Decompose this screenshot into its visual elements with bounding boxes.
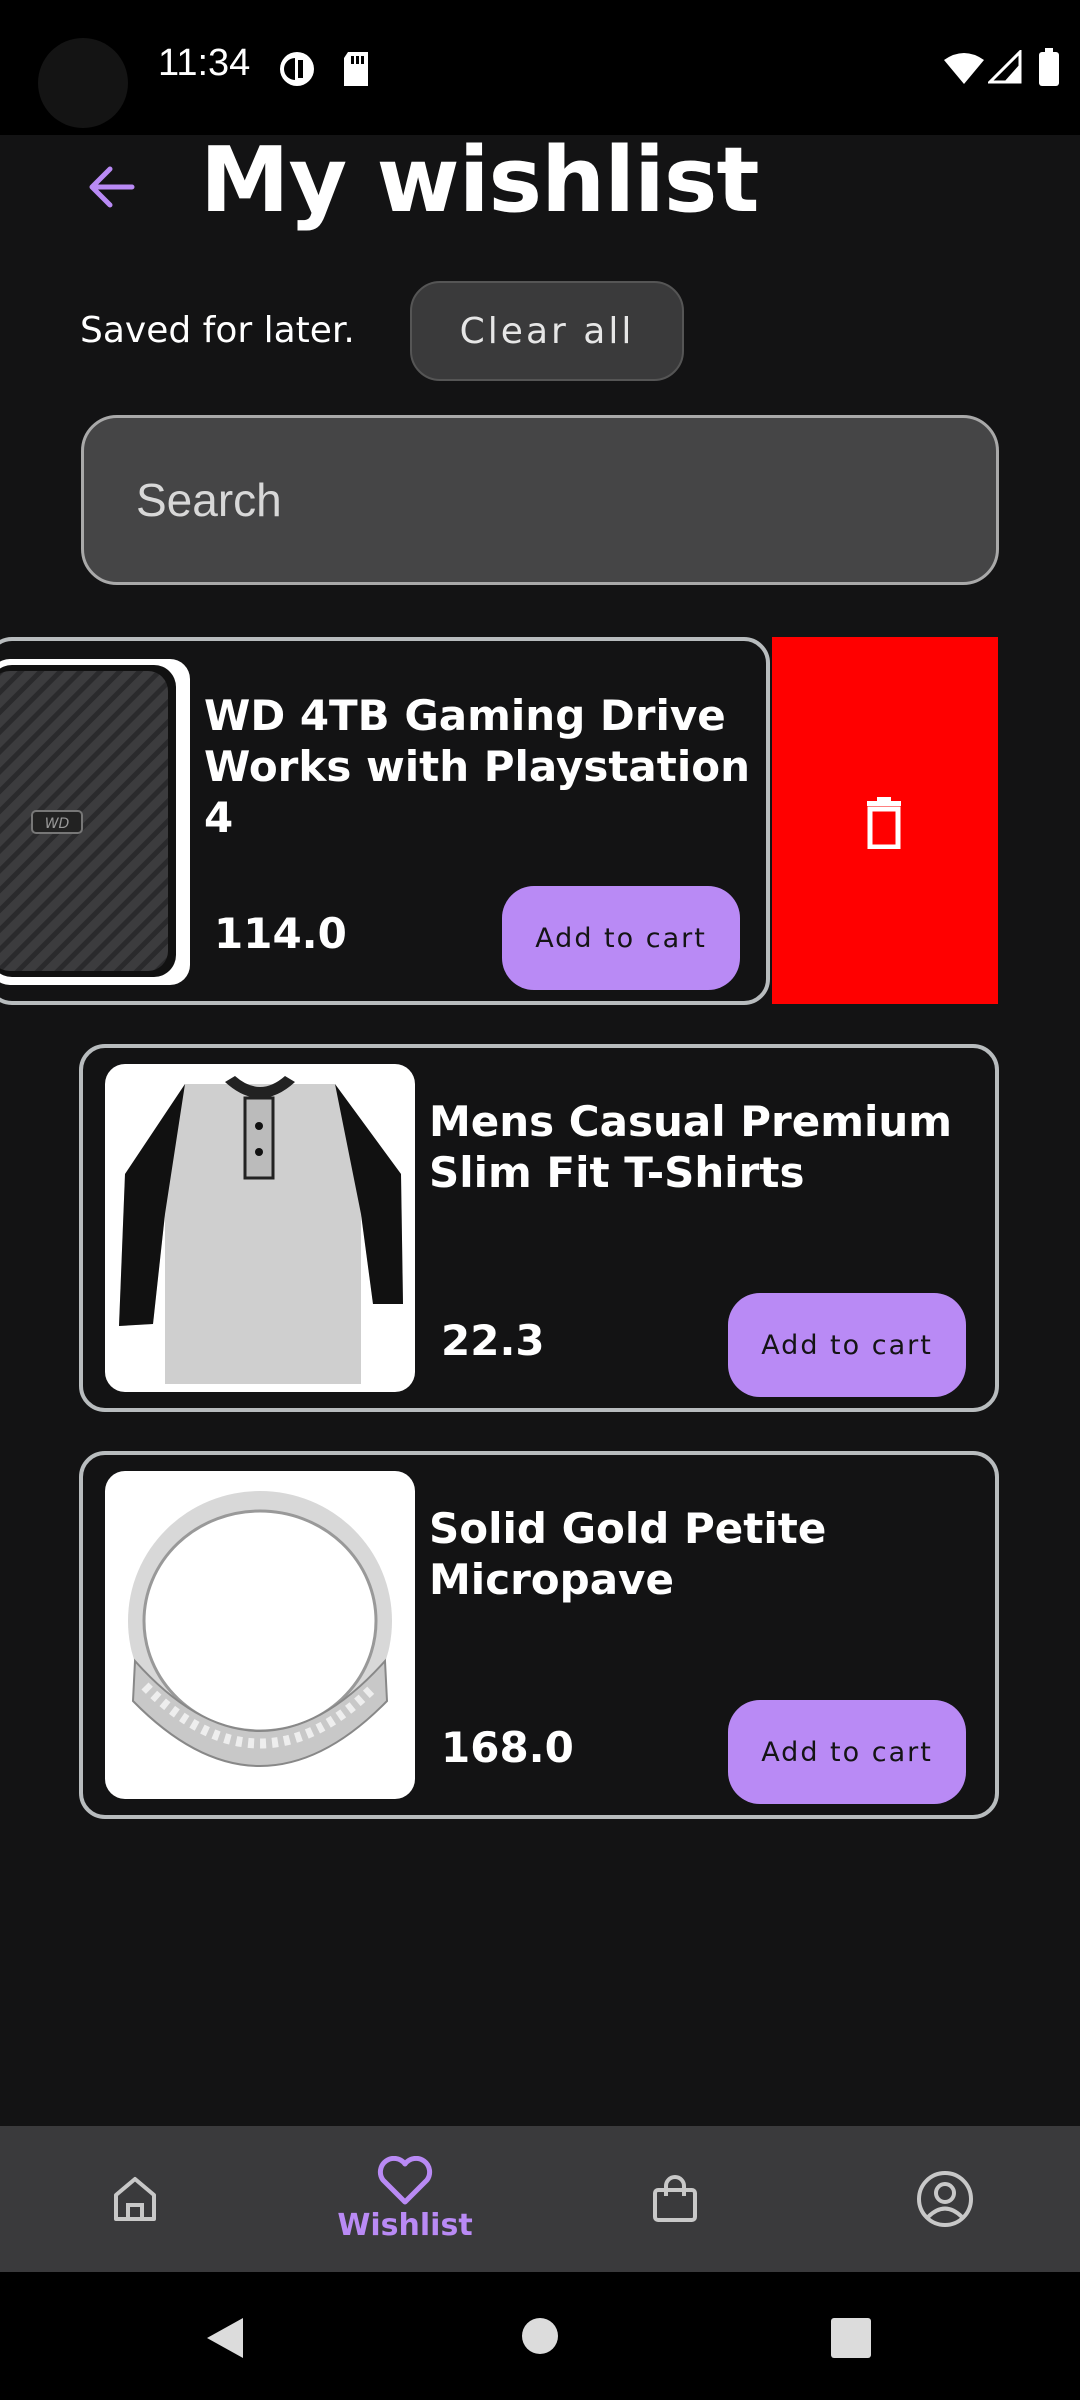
nav-cart[interactable] (620, 2126, 730, 2272)
status-time: 11:34 (158, 42, 251, 84)
nav-wishlist-label: Wishlist (337, 2207, 473, 2243)
product-price: 114.0 (214, 909, 347, 958)
shopping-bag-icon (653, 2175, 697, 2222)
wifi-icon (944, 53, 984, 84)
signal-icon (988, 50, 1022, 84)
search-placeholder: Search (136, 474, 282, 526)
product-name: Solid Gold Petite Micropave (429, 1504, 827, 1604)
product-image-hard-drive: WD (0, 659, 190, 985)
system-recents-icon[interactable] (831, 2318, 871, 2358)
add-to-cart-button[interactable]: Add to cart (728, 1700, 966, 1804)
add-to-cart-button[interactable]: Add to cart (502, 886, 740, 990)
product-image-ring (105, 1471, 415, 1799)
heart-icon (377, 2155, 433, 2204)
search-input[interactable]: Search (81, 415, 999, 585)
add-to-cart-button[interactable]: Add to cart (728, 1293, 966, 1397)
wishlist-card[interactable]: Mens Casual Premium Slim Fit T-Shirts 22… (79, 1044, 999, 1412)
sd-card-icon (344, 52, 368, 86)
account-icon (917, 2171, 973, 2227)
clear-all-button[interactable]: Clear all (410, 281, 684, 381)
svg-text:WD: WD (45, 816, 70, 832)
home-icon (114, 2177, 156, 2221)
system-back-icon[interactable] (203, 2316, 247, 2360)
nav-wishlist[interactable]: Wishlist (320, 2126, 490, 2272)
trash-icon (867, 797, 901, 849)
wishlist-card[interactable]: Solid Gold Petite Micropave 168.0 Add to… (79, 1451, 999, 1819)
product-price: 168.0 (441, 1723, 574, 1772)
notification-icon (280, 52, 314, 86)
system-navigation-bar (0, 2272, 1080, 2400)
product-price: 22.3 (441, 1316, 545, 1365)
product-name: WD 4TB Gaming Drive Works with Playstati… (204, 691, 750, 842)
wishlist-card[interactable]: WD WD 4TB Gaming Drive Works with Playst… (0, 637, 770, 1005)
nav-home[interactable] (80, 2126, 190, 2272)
nav-account[interactable] (890, 2126, 1000, 2272)
status-bar: 11:34 (0, 0, 1080, 135)
product-name: Mens Casual Premium Slim Fit T-Shirts (429, 1097, 953, 1197)
page-title: My wishlist (200, 128, 759, 233)
system-home-icon[interactable] (521, 2317, 559, 2355)
saved-for-later-text: Saved for later. (80, 310, 355, 351)
product-image-tshirt (105, 1064, 415, 1392)
back-arrow-icon[interactable] (82, 155, 146, 219)
bottom-navigation: Wishlist (0, 2126, 1080, 2272)
swipe-delete-action[interactable] (772, 637, 998, 1004)
battery-icon (1039, 48, 1059, 86)
camera-cutout (38, 38, 128, 128)
